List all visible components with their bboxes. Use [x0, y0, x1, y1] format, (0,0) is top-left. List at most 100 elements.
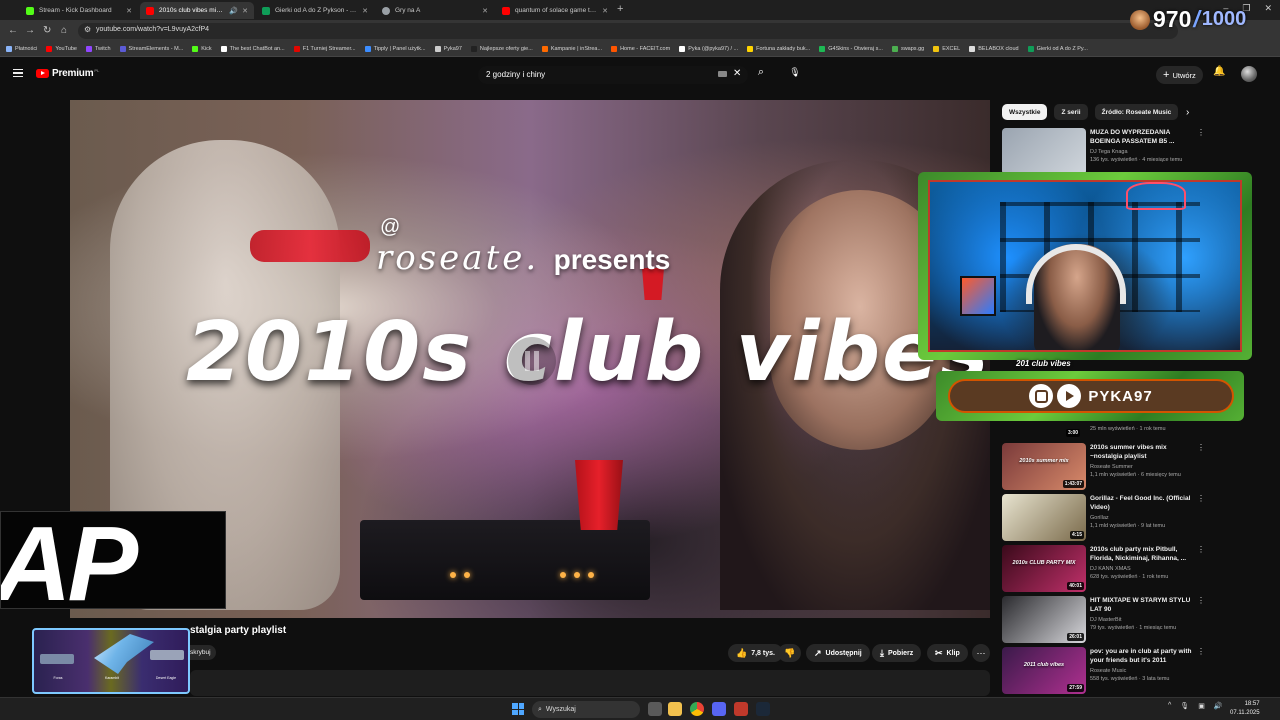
youtube-logo[interactable]: Premium PL: [36, 68, 99, 79]
bookmark-item[interactable]: Kampanie | inStrea...: [541, 46, 602, 52]
related-video-item[interactable]: 26:01 HIT MIXTAPE W STARYM STYLU LAT 90 DJ…: [1002, 596, 1207, 644]
more-vertical-icon[interactable]: ⋮: [1197, 443, 1205, 452]
channel-name[interactable]: DJ KANN XMAS: [1090, 566, 1131, 572]
subscribe-button[interactable]: skrybuj: [190, 645, 216, 660]
bookmark-item[interactable]: BELABOX cloud: [969, 46, 1019, 52]
keyboard-icon[interactable]: [718, 71, 727, 77]
chip-all[interactable]: Wszystkie: [1002, 104, 1048, 120]
browser-tab[interactable]: Gierki od A do Z Pykson - Arkusz ✕: [256, 2, 374, 19]
speaker-icon[interactable]: 🔊: [229, 7, 238, 15]
search-input[interactable]: 2 godziny i chiny ✕: [478, 66, 748, 84]
browser-tab[interactable]: Gry na A ✕: [376, 2, 494, 19]
related-video-item[interactable]: 2010s CLUB PARTY MIX 40:01 2010s club part…: [1002, 545, 1207, 593]
more-vertical-icon[interactable]: ⋮: [1197, 545, 1205, 554]
browser-tab-active[interactable]: 2010s club vibes mix ~nostalgia party pl…: [140, 2, 254, 19]
bookmark-item[interactable]: YouTube: [46, 46, 77, 52]
chip-source[interactable]: Źródło: Roseate Music: [1094, 104, 1179, 120]
clock[interactable]: 18:57 07.11.2025: [1230, 700, 1260, 718]
bookmark-item[interactable]: Najlepsze oferty gie...: [470, 46, 533, 52]
bookmark-item[interactable]: F1 Turniej Streamer...: [293, 46, 356, 52]
close-icon[interactable]: ✕: [242, 7, 248, 15]
more-vertical-icon[interactable]: ⋮: [1197, 596, 1205, 605]
video-thumbnail[interactable]: 2010s summer mix 1:43:07: [1002, 443, 1086, 490]
related-video-title[interactable]: 2010s club party mix Pitbull, Florida, N…: [1090, 546, 1196, 563]
home-icon[interactable]: ⌂: [61, 25, 67, 36]
close-icon[interactable]: ✕: [362, 7, 368, 15]
taskbar-search[interactable]: ⌕ Wyszukaj: [532, 701, 640, 718]
channel-name[interactable]: DJ Tega Knaga: [1090, 149, 1128, 155]
obs-icon[interactable]: [734, 702, 748, 716]
menu-icon[interactable]: [13, 69, 23, 77]
video-thumbnail[interactable]: 2011 club vibes 27:59: [1002, 647, 1086, 694]
new-tab-button[interactable]: +: [617, 3, 623, 15]
bookmark-item[interactable]: StreamElements - M...: [119, 46, 183, 52]
bell-icon[interactable]: 🔔: [1213, 66, 1225, 77]
task-view-icon[interactable]: [648, 702, 662, 716]
description-box[interactable]: [190, 670, 990, 696]
address-bar[interactable]: ⚙ youtube.com/watch?v=L9vuyA2cfP4: [78, 23, 1178, 39]
video-thumbnail[interactable]: [1002, 128, 1086, 175]
bookmark-item[interactable]: Twitch: [85, 46, 111, 52]
bookmark-item[interactable]: The best ChatBot an...: [220, 46, 285, 52]
microphone-icon[interactable]: 🎙: [1180, 702, 1189, 710]
search-icon[interactable]: ⌕: [752, 66, 770, 84]
bookmark-item[interactable]: Kick: [192, 46, 212, 52]
dislike-button[interactable]: 👎: [778, 644, 802, 662]
clear-icon[interactable]: ✕: [733, 68, 741, 79]
site-info-icon[interactable]: ⚙: [84, 25, 91, 34]
related-video-item[interactable]: 4:15 Gorillaz - Feel Good Inc. (Official …: [1002, 494, 1207, 542]
related-video-title[interactable]: 2010s summer vibes mix ~nostalgia playli…: [1090, 444, 1196, 461]
channel-name[interactable]: Roseate Summer: [1090, 464, 1133, 470]
chevron-up-icon[interactable]: ^: [1168, 702, 1171, 710]
related-video-title[interactable]: Gorillaz - Feel Good Inc. (Official Vide…: [1090, 495, 1196, 512]
forward-icon[interactable]: →: [25, 25, 35, 36]
related-video-title[interactable]: pov: you are in club at party with your …: [1090, 648, 1196, 665]
chevron-right-icon[interactable]: ›: [1186, 107, 1189, 118]
reload-icon[interactable]: ↻: [43, 25, 51, 36]
share-button[interactable]: ↗ Udostępnij: [806, 644, 870, 662]
bookmark-item[interactable]: Gierki od A do Z Py...: [1027, 46, 1088, 52]
close-icon[interactable]: ✕: [602, 7, 608, 15]
channel-name[interactable]: Roseate Music: [1090, 668, 1126, 674]
discord-icon[interactable]: [712, 702, 726, 716]
volume-icon[interactable]: 🔊: [1214, 702, 1223, 710]
browser-tab[interactable]: Stream - Kick Dashboard ✕: [20, 2, 138, 19]
bookmark-item[interactable]: Tipply | Panel użytk...: [364, 46, 426, 52]
windows-start-icon[interactable]: [512, 703, 524, 715]
browser-tab[interactable]: quantum of solace game trailer ✕: [496, 2, 614, 19]
close-window-icon[interactable]: ✕: [1264, 3, 1272, 14]
channel-name[interactable]: Gorillaz: [1090, 515, 1109, 521]
back-icon[interactable]: ←: [8, 25, 18, 36]
bookmark-item[interactable]: Fortuna zakłady buk...: [747, 46, 810, 52]
bookmark-item[interactable]: G4Skins - Otwieraj s...: [819, 46, 883, 52]
more-icon[interactable]: ⋯: [972, 644, 990, 662]
bookmark-item[interactable]: Pyka97: [434, 46, 462, 52]
video-thumbnail[interactable]: 4:15: [1002, 494, 1086, 541]
related-video-item[interactable]: 2010s summer mix 1:43:07 2010s summer vibe…: [1002, 443, 1207, 491]
steam-icon[interactable]: [756, 702, 770, 716]
channel-name[interactable]: DJ MasterBit: [1090, 617, 1121, 623]
avatar[interactable]: [1241, 66, 1257, 82]
clip-button[interactable]: ✂ Klip: [927, 644, 968, 662]
bookmark-item[interactable]: EXCEL: [933, 46, 960, 52]
network-icon[interactable]: ▣: [1198, 702, 1205, 710]
close-icon[interactable]: ✕: [126, 7, 132, 15]
microphone-icon[interactable]: 🎙: [787, 67, 803, 83]
related-video-title[interactable]: MUZA DO WYPRZEDANIA BOEINGA PASSATEM B5 …: [1090, 129, 1196, 146]
video-thumbnail[interactable]: 26:01: [1002, 596, 1086, 643]
pause-icon[interactable]: [508, 337, 556, 385]
close-icon[interactable]: ✕: [482, 7, 488, 15]
bookmark-item[interactable]: Pyka (@pyka97) / ...: [679, 46, 738, 52]
chrome-icon[interactable]: [690, 702, 704, 716]
like-button[interactable]: 👍 7,8 tys.: [728, 644, 783, 662]
chip-series[interactable]: Z serii: [1054, 104, 1088, 120]
video-thumbnail[interactable]: 2010s CLUB PARTY MIX 40:01: [1002, 545, 1086, 592]
more-vertical-icon[interactable]: ⋮: [1197, 647, 1205, 656]
bookmark-item[interactable]: swaps.gg: [891, 46, 924, 52]
more-vertical-icon[interactable]: ⋮: [1197, 128, 1205, 137]
download-button[interactable]: ⤓ Pobierz: [872, 644, 922, 662]
bookmark-item[interactable]: Home - FACEIT.com: [611, 46, 670, 52]
related-video-title[interactable]: HIT MIXTAPE W STARYM STYLU LAT 90: [1090, 597, 1196, 614]
bookmark-item[interactable]: Płatności: [6, 46, 37, 52]
create-button[interactable]: + Utwórz: [1156, 66, 1203, 84]
